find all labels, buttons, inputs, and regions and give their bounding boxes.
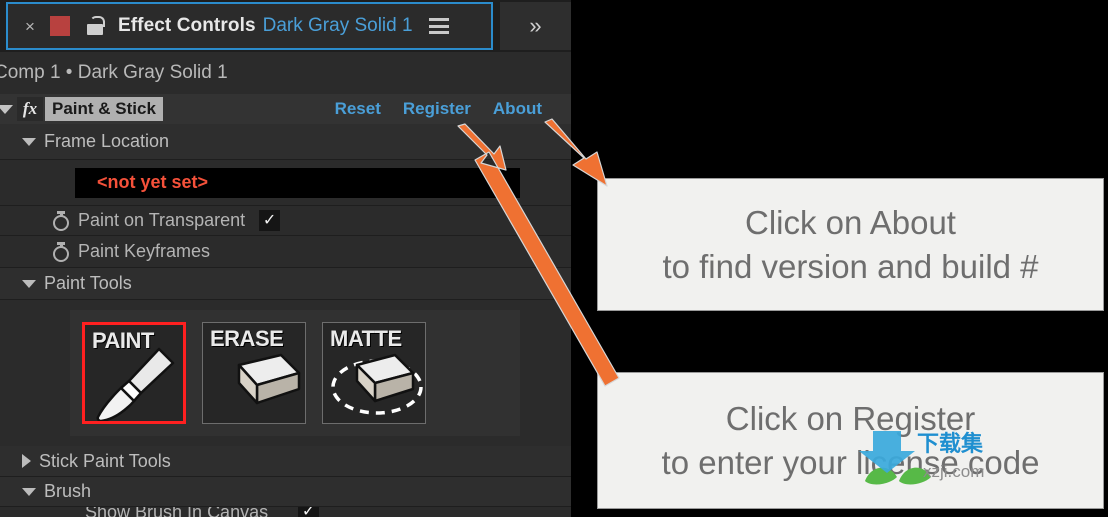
frame-location-value-row: <not yet set> xyxy=(0,160,571,206)
breadcrumb-label: Comp 1 • Dark Gray Solid 1 xyxy=(0,62,228,83)
group-label: Frame Location xyxy=(44,131,170,151)
download-arrow-icon xyxy=(859,431,915,473)
unlocked-padlock-icon[interactable] xyxy=(86,16,105,36)
property-show-brush-in-canvas: Show Brush In Canvas ✓ xyxy=(0,507,571,517)
watermark-cn-text: 下载集 xyxy=(917,431,984,457)
group-frame-location[interactable]: Frame Location xyxy=(0,124,571,160)
effect-name[interactable]: Paint & Stick xyxy=(45,97,163,121)
checkbox-show-brush-in-canvas[interactable]: ✓ xyxy=(298,507,320,517)
tool-button-container: PAINT ERASE MATTE xyxy=(70,310,520,436)
effect-controls-panel: × Effect Controls Dark Gray Solid 1 » Co… xyxy=(0,0,571,517)
checkbox-paint-on-transparent[interactable]: ✓ xyxy=(259,210,281,231)
property-label: Paint Keyframes xyxy=(78,241,211,261)
triangle-down-icon[interactable] xyxy=(0,104,13,114)
group-brush[interactable]: Brush xyxy=(0,477,571,507)
group-label: Paint Tools xyxy=(44,273,132,293)
callout-register: Click on Register to enter your license … xyxy=(597,372,1104,509)
triangle-down-icon[interactable] xyxy=(22,279,36,288)
group-paint-tools[interactable]: Paint Tools xyxy=(0,268,571,300)
about-link[interactable]: About xyxy=(493,99,542,119)
tab-effect-controls[interactable]: × Effect Controls Dark Gray Solid 1 xyxy=(6,2,493,50)
effect-links: Reset Register About xyxy=(335,99,571,119)
panel-title: Effect Controls xyxy=(117,15,256,36)
fx-icon: fx xyxy=(17,97,43,121)
frame-location-value: <not yet set> xyxy=(97,172,209,192)
breadcrumb: Comp 1 • Dark Gray Solid 1 xyxy=(0,52,571,95)
property-label: Show Brush In Canvas xyxy=(85,507,269,517)
eraser-icon xyxy=(237,353,301,405)
hamburger-menu-icon[interactable] xyxy=(428,18,449,34)
group-stick-paint-tools[interactable]: Stick Paint Tools xyxy=(0,446,571,477)
matte-eraser-icon xyxy=(331,353,423,415)
triangle-down-icon[interactable] xyxy=(22,137,36,146)
register-link[interactable]: Register xyxy=(403,99,471,119)
property-paint-keyframes: Paint Keyframes xyxy=(0,236,571,268)
group-label: Stick Paint Tools xyxy=(39,450,171,471)
triangle-right-icon[interactable] xyxy=(22,454,31,468)
close-icon[interactable]: × xyxy=(25,18,35,35)
callout-line-2: to find version and build # xyxy=(662,247,1039,285)
reset-link[interactable]: Reset xyxy=(335,99,381,119)
leaf-icon xyxy=(865,467,931,485)
tool-button-matte[interactable]: MATTE xyxy=(322,322,426,424)
tool-button-paint[interactable]: PAINT xyxy=(82,322,186,424)
screenshot-root: × Effect Controls Dark Gray Solid 1 » Co… xyxy=(0,0,1108,517)
watermark-url-text: xzji.com xyxy=(923,462,984,481)
stopwatch-icon[interactable] xyxy=(53,242,69,262)
tool-button-erase[interactable]: ERASE xyxy=(202,322,306,424)
property-label: Paint on Transparent xyxy=(78,210,246,230)
paint-brush-icon xyxy=(96,347,175,421)
site-watermark: 下载集 xzji.com xyxy=(859,431,984,485)
frame-location-field[interactable]: <not yet set> xyxy=(75,167,520,198)
effect-header-row: fx Paint & Stick Reset Register About xyxy=(0,94,571,125)
paint-tools-strip: PAINT ERASE MATTE xyxy=(0,300,571,447)
group-label: Brush xyxy=(44,481,92,501)
callout-line-1: Click on About xyxy=(745,203,956,241)
panel-subject: Dark Gray Solid 1 xyxy=(262,15,413,36)
callout-about: Click on About to find version and build… xyxy=(597,178,1104,311)
property-paint-on-transparent: Paint on Transparent ✓ xyxy=(0,206,571,236)
triangle-down-icon[interactable] xyxy=(22,487,36,496)
stopwatch-icon[interactable] xyxy=(53,211,69,231)
layer-color-swatch xyxy=(49,16,70,36)
panel-tab-bar: × Effect Controls Dark Gray Solid 1 » xyxy=(0,0,571,52)
panel-overflow-button[interactable]: » xyxy=(500,2,571,50)
